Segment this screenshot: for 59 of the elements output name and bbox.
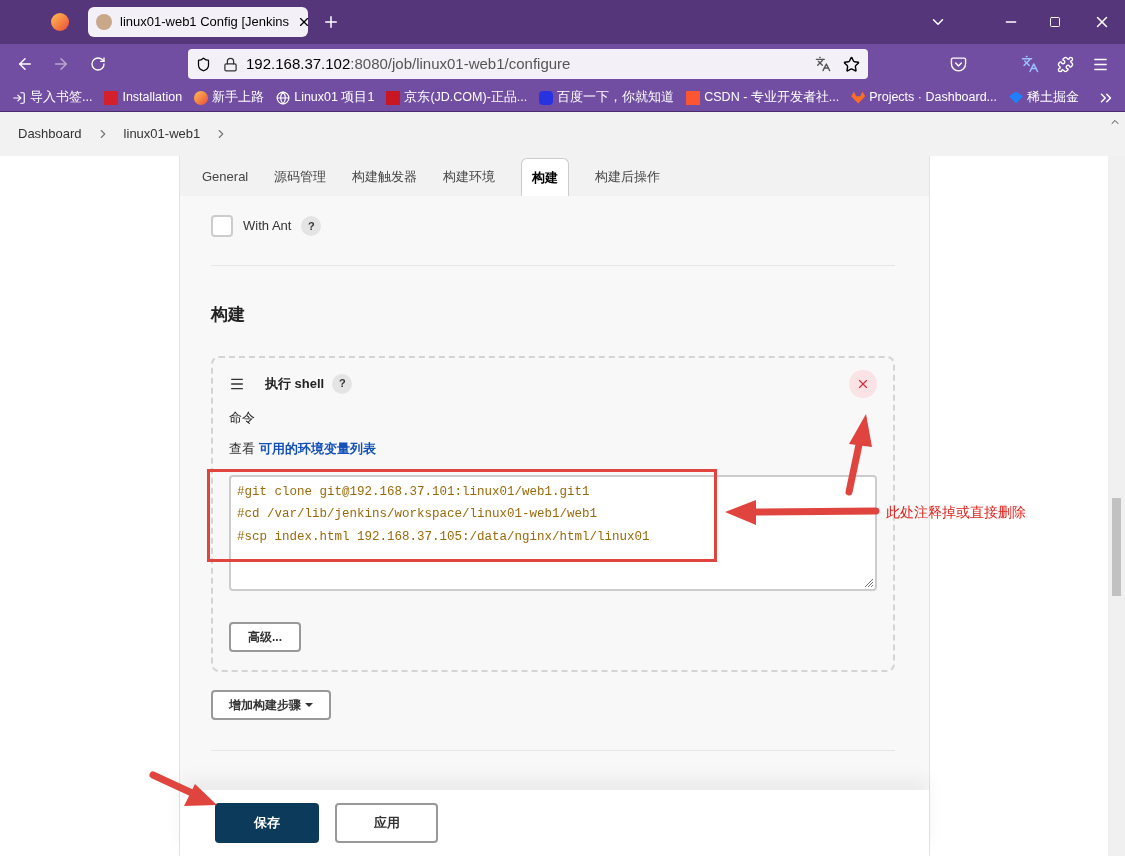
code-line: #scp index.html 192.168.37.105:/data/nginx/html/linux01 <box>237 529 650 546</box>
z-logo-icon <box>104 90 119 105</box>
step-title: 执行 shell <box>265 374 325 393</box>
tab-title: linux01-web1 Config [Jenkins <box>120 13 290 32</box>
globe-icon <box>276 90 291 105</box>
config-tab[interactable]: 构建环境 <box>433 158 506 196</box>
shield-icon <box>196 56 211 72</box>
avatar-icon <box>96 14 112 30</box>
code-line: #git clone git@192.168.37.101:linux01/web1.git1 <box>237 483 590 501</box>
checkbox-label: With Ant <box>243 217 292 236</box>
config-tab[interactable]: 源码管理 <box>264 158 337 196</box>
bookmark-item[interactable]: Projects · Dashboard... <box>851 88 998 107</box>
command-textarea[interactable]: #git clone git@192.168.37.101:linux01/web1.git1 #cd /var/lib/jenkins/workspace/linux01-web1/web1 #scp index.html 192.168.37.105:/data/nginx/html/linux01 <box>229 474 877 591</box>
lock-icon <box>223 56 238 72</box>
checkbox[interactable] <box>211 215 233 237</box>
add-step-button[interactable]: 增加构建步骤 <box>211 689 331 720</box>
breadcrumb-link[interactable]: linux01-web1 <box>123 124 201 144</box>
bookmark-item[interactable]: 导入书签... <box>12 88 93 107</box>
resize-grip-icon[interactable] <box>863 576 873 587</box>
bookmark-star-icon[interactable] <box>843 55 860 73</box>
bookmark-item[interactable]: 京东(JD.COM)-正品... <box>386 88 528 107</box>
new-tab-icon[interactable] <box>322 13 340 31</box>
translate-icon[interactable] <box>815 56 831 72</box>
arrow <box>149 771 217 806</box>
bookmark-item[interactable]: CSDN - 专业开发者社... <box>686 88 840 107</box>
import-icon <box>12 90 26 105</box>
advanced-button[interactable]: 高级... <box>229 621 301 652</box>
jd-logo-icon <box>386 90 401 105</box>
env-vars-link[interactable]: 可用的环境变量列表 <box>259 439 376 459</box>
url-text: 192.168.37.102:8080/job/linux01-web1/configure <box>246 53 571 74</box>
breadcrumb-link[interactable]: Dashboard <box>18 124 82 144</box>
help-icon[interactable]: ? <box>332 373 353 394</box>
help-icon[interactable]: ? <box>301 216 322 236</box>
maximize-icon[interactable] <box>1049 16 1061 28</box>
bookmark-item[interactable]: Installation <box>104 88 183 107</box>
field-label: 命令 <box>229 408 256 427</box>
bookmark-item[interactable]: 稀土掘金 <box>1009 88 1080 107</box>
bookmark-item[interactable]: 新手上路 <box>194 88 265 107</box>
back-icon[interactable] <box>16 55 34 73</box>
apply-button[interactable]: 应用 <box>335 803 438 843</box>
browser-tab[interactable]: linux01-web1 Config [Jenkins <box>88 7 308 37</box>
pocket-icon[interactable] <box>950 55 967 73</box>
save-button[interactable]: 保存 <box>215 803 319 843</box>
scrollbar-thumb[interactable] <box>1112 498 1121 596</box>
annotation-text: 此处注释掉或直接删除 <box>886 503 1026 522</box>
address-bar[interactable]: 192.168.37.102:8080/job/linux01-web1/configure <box>188 49 868 79</box>
config-tab[interactable]: 构建后操作 <box>585 158 671 196</box>
config-tab[interactable]: 构建触发器 <box>342 158 428 196</box>
reload-icon[interactable] <box>90 56 106 72</box>
help-text: 查看 <box>229 440 255 458</box>
bookmark-item[interactable]: 百度一下，你就知道 <box>539 88 675 107</box>
config-tab[interactable]: General <box>192 158 259 196</box>
bookmark-item[interactable]: Linux01 项目1 <box>276 88 375 107</box>
config-tab[interactable]: 构建 <box>521 158 570 196</box>
translate-icon[interactable] <box>1021 55 1039 73</box>
section-title: 构建 <box>211 304 246 326</box>
caret-icon <box>305 702 313 707</box>
extensions-icon[interactable] <box>1057 55 1074 73</box>
code-line: #cd /var/lib/jenkins/workspace/linux01-web1/web1 <box>237 506 598 524</box>
